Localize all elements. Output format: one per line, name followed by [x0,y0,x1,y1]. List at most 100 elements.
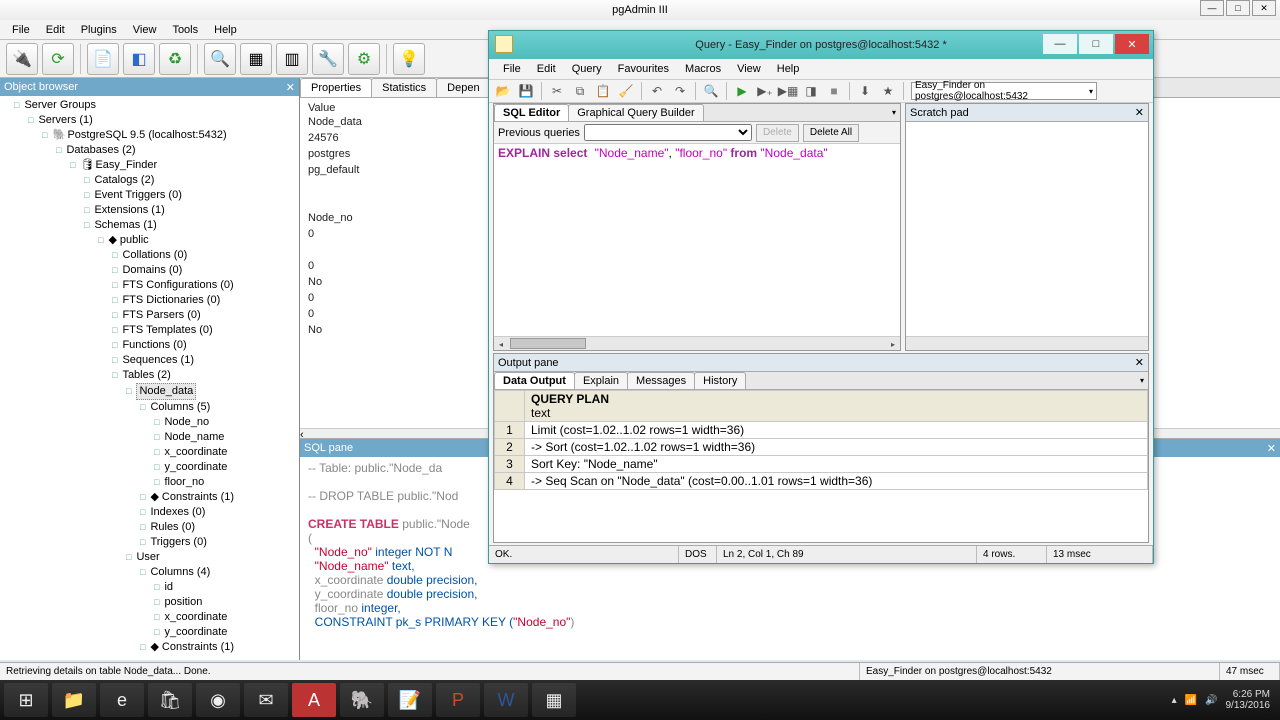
tree-constraints1[interactable]: ◆ Constraints (1) [140,490,299,505]
close-icon[interactable]: ✕ [286,81,295,94]
prev-queries-select[interactable] [584,124,752,141]
tab-history[interactable]: History [694,372,746,389]
cut-icon[interactable]: ✂ [547,81,567,101]
close-icon[interactable]: ✕ [1135,106,1144,119]
tree-table-user[interactable]: User [126,550,299,565]
tree-fts-dict[interactable]: FTS Dictionaries (0) [112,293,299,308]
tab-messages[interactable]: Messages [627,372,695,389]
tree-columns5[interactable]: Columns (5) [140,400,299,415]
tree-sequences[interactable]: Sequences (1) [112,353,299,368]
sql-icon[interactable]: 🔍 [204,43,236,75]
tree-col-y[interactable]: y_coordinate [154,460,299,475]
acrobat-icon[interactable]: A [292,683,336,717]
delete-button[interactable]: Delete [756,124,799,142]
tree-servers[interactable]: Servers (1) [28,113,299,128]
tray-up-icon[interactable]: ▴ [1172,695,1177,706]
tree-col-id[interactable]: id [154,580,299,595]
store-icon[interactable]: 🛍 [148,683,192,717]
create-icon[interactable]: ◧ [123,43,155,75]
close-icon[interactable]: ✕ [1267,442,1276,455]
tree-extensions[interactable]: Extensions (1) [84,203,299,218]
tree-tables[interactable]: Tables (2) [112,368,299,383]
chevron-down-icon[interactable]: ▾ [1136,376,1148,385]
tree-server[interactable]: 🐘PostgreSQL 9.5 (localhost:5432) [42,128,299,143]
explain-icon[interactable]: ◨ [801,81,821,101]
tab-dependents[interactable]: Depen [436,78,490,97]
tree-collations[interactable]: Collations (0) [112,248,299,263]
tree-col-x2[interactable]: x_coordinate [154,610,299,625]
connection-combo[interactable]: Easy_Finder on postgres@localhost:5432▾ [911,82,1097,100]
connect-icon[interactable]: 🔌 [6,43,38,75]
tree-event-triggers[interactable]: Event Triggers (0) [84,188,299,203]
execute-file-icon[interactable]: ▶▦ [778,81,798,101]
minimize-button[interactable]: — [1200,0,1224,16]
qmenu-help[interactable]: Help [771,61,806,77]
tab-explain[interactable]: Explain [574,372,628,389]
properties-icon[interactable]: 📄 [87,43,119,75]
tree-databases[interactable]: Databases (2) [56,143,299,158]
qmenu-macros[interactable]: Macros [679,61,727,77]
maximize-button[interactable]: □ [1226,0,1250,16]
qmenu-edit[interactable]: Edit [531,61,562,77]
open-icon[interactable]: 📂 [493,81,513,101]
undo-icon[interactable]: ↶ [647,81,667,101]
menu-tools[interactable]: Tools [166,22,204,38]
chrome-icon[interactable]: ◉ [196,683,240,717]
tree-table-node-data[interactable]: Node_data [126,383,299,400]
menu-file[interactable]: File [6,22,36,38]
start-button[interactable]: ⊞ [4,683,48,717]
tree-db[interactable]: 🛢Easy_Finder [70,158,299,173]
tab-sql-editor[interactable]: SQL Editor [494,104,569,121]
download-icon[interactable]: ⬇ [855,81,875,101]
cancel-icon[interactable]: ■ [824,81,844,101]
tab-data-output[interactable]: Data Output [494,372,575,389]
tree-col-position[interactable]: position [154,595,299,610]
tab-statistics[interactable]: Statistics [371,78,437,97]
tree-col-node-name[interactable]: Node_name [154,430,299,445]
delete-all-button[interactable]: Delete All [803,124,859,142]
editor-scrollbar[interactable]: ◂▸ [494,336,900,350]
tree-fts-templates[interactable]: FTS Templates (0) [112,323,299,338]
tree-constraints1b[interactable]: ◆ Constraints (1) [140,640,299,655]
tree-schemas[interactable]: Schemas (1) [84,218,299,233]
menu-help[interactable]: Help [208,22,243,38]
hint-icon[interactable]: 💡 [393,43,425,75]
notepad-icon[interactable]: 📝 [388,683,432,717]
tree-col-y2[interactable]: y_coordinate [154,625,299,640]
qmenu-file[interactable]: File [497,61,527,77]
maintenance-icon[interactable]: 🔧 [312,43,344,75]
tree-schema-public[interactable]: ◆ public [98,233,299,248]
refresh-icon[interactable]: ⟳ [42,43,74,75]
scratch-body[interactable] [906,122,1148,336]
tree-col-floor[interactable]: floor_no [154,475,299,490]
query-close-button[interactable]: ✕ [1115,34,1149,54]
tree-col-node-no[interactable]: Node_no [154,415,299,430]
qmenu-favourites[interactable]: Favourites [612,61,675,77]
qmenu-view[interactable]: View [731,61,767,77]
redo-icon[interactable]: ↷ [670,81,690,101]
save-icon[interactable]: 💾 [516,81,536,101]
explorer-icon[interactable]: 📁 [52,683,96,717]
tree-columns4[interactable]: Columns (4) [140,565,299,580]
sql-editor-input[interactable]: EXPLAIN select "Node_name", "floor_no" f… [494,144,900,336]
menu-view[interactable]: View [127,22,163,38]
output-grid[interactable]: QUERY PLANtext 1Limit (cost=1.02..1.02 r… [494,390,1148,542]
tree-rules0[interactable]: Rules (0) [140,520,299,535]
drop-icon[interactable]: ♻ [159,43,191,75]
view-data-icon[interactable]: ▦ [240,43,272,75]
find-icon[interactable]: 🔍 [701,81,721,101]
execute-pgscript-icon[interactable]: ▶₊ [755,81,775,101]
execute-icon[interactable]: ⚙ [348,43,380,75]
query-maximize-button[interactable]: □ [1079,34,1113,54]
ie-icon[interactable]: e [100,683,144,717]
tab-properties[interactable]: Properties [300,78,372,97]
query-titlebar[interactable]: Query - Easy_Finder on postgres@localhos… [489,31,1153,59]
tree-fts-parsers[interactable]: FTS Parsers (0) [112,308,299,323]
tree-col-x[interactable]: x_coordinate [154,445,299,460]
object-tree[interactable]: Server Groups Servers (1) 🐘PostgreSQL 9.… [0,96,299,660]
tree-domains[interactable]: Domains (0) [112,263,299,278]
close-button[interactable]: ✕ [1252,0,1276,16]
tree-functions[interactable]: Functions (0) [112,338,299,353]
tab-graphical-builder[interactable]: Graphical Query Builder [568,104,703,121]
favourites-icon[interactable]: ★ [878,81,898,101]
